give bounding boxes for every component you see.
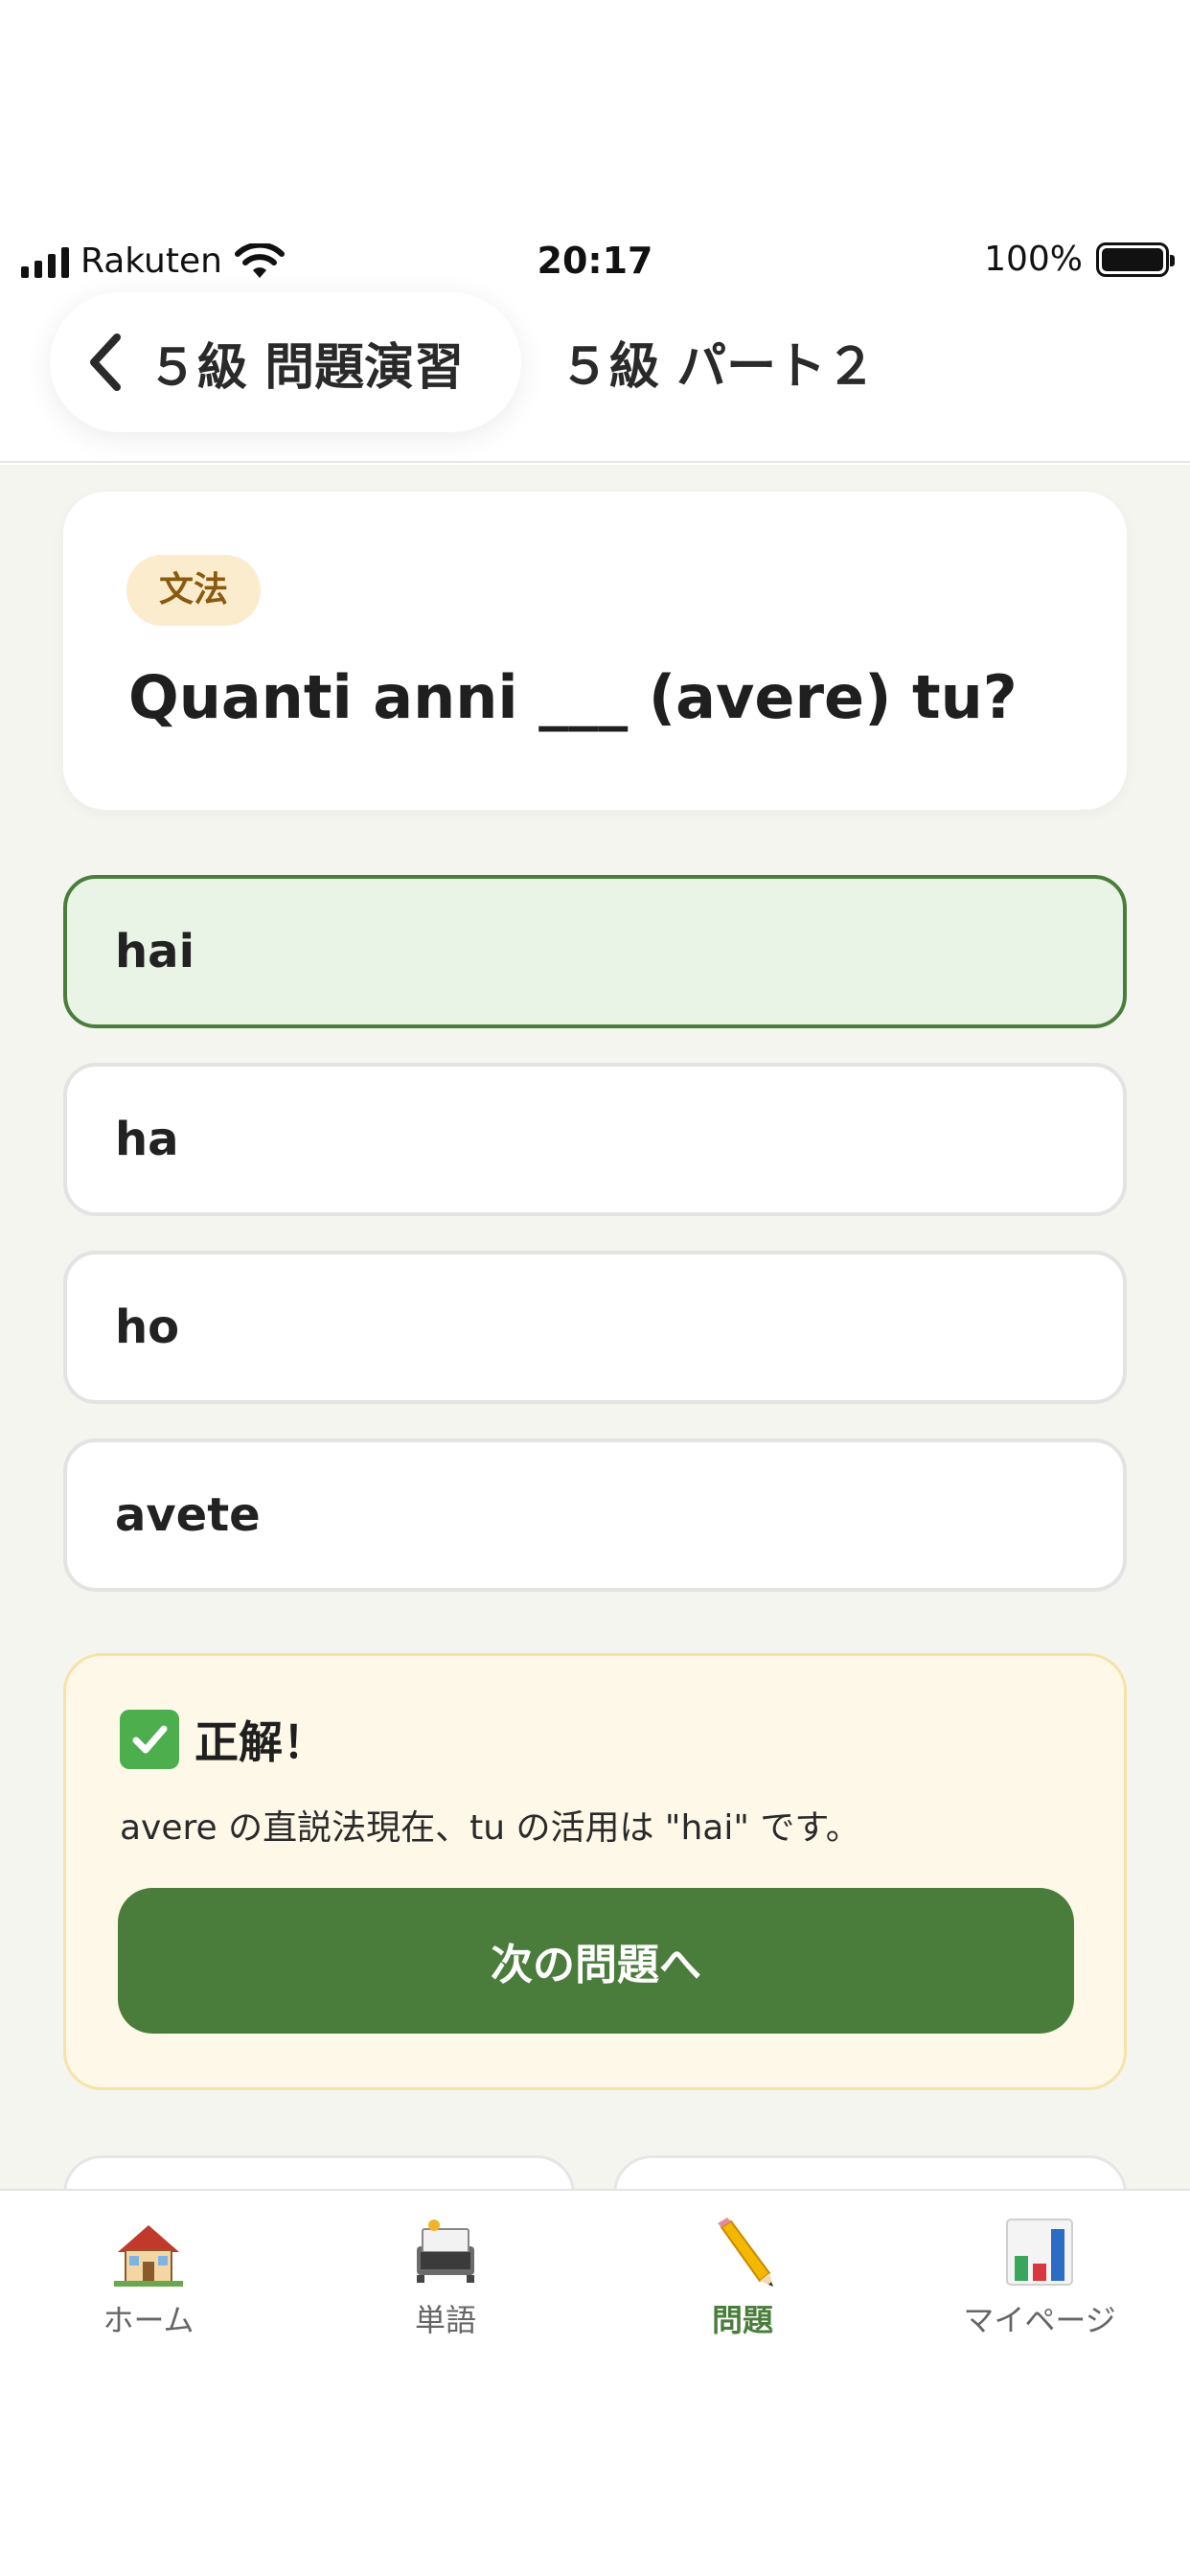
tab-questions-label: 問題 — [711, 2302, 773, 2338]
answer-option-ho[interactable]: ho — [63, 1251, 1127, 1404]
feedback-panel: 正解！ avere の直説法現在、tu の活用は "hai" です。 次の問題へ — [63, 1653, 1127, 2090]
feedback-title-text: 正解！ — [195, 1716, 327, 1768]
battery-percentage: 100% — [984, 240, 1083, 279]
tab-home-label: ホーム — [103, 2302, 195, 2338]
tab-questions[interactable]: 問題 — [594, 2214, 891, 2340]
feedback-title: 正解！ — [120, 1708, 327, 1771]
main-content: 文法 Quanti anni ___ (avere) tu? hai ha ho… — [0, 465, 1190, 2232]
answer-option-ha[interactable]: ha — [63, 1063, 1127, 1216]
category-tag: 文法 — [126, 555, 262, 626]
next-question-button[interactable]: 次の問題へ — [118, 1888, 1074, 2034]
back-button-label: ５級 問題演習 — [148, 338, 465, 397]
answer-option-avete[interactable]: avete — [63, 1438, 1127, 1592]
question-text: Quanti anni ___ (avere) tu? — [128, 662, 1018, 732]
bar-chart-icon — [1006, 2219, 1073, 2286]
back-button[interactable]: ５級 問題演習 — [50, 292, 521, 432]
status-bar: Rakuten 20:17 100% — [0, 230, 1190, 291]
battery-icon — [1096, 242, 1175, 277]
tab-bar: ホーム 単語 問題 マイページ — [0, 2189, 1190, 2576]
question-card: 文法 Quanti anni ___ (avere) tu? — [63, 492, 1127, 810]
tab-mypage[interactable]: マイページ — [891, 2214, 1188, 2340]
chevron-left-icon — [90, 334, 121, 391]
answer-option-hai[interactable]: hai — [63, 875, 1127, 1028]
header-area: Rakuten 20:17 100% ５級 問題演習 ５級 パート２ — [0, 0, 1190, 463]
status-right: 100% — [984, 240, 1175, 279]
page-title: ５級 パート２ — [560, 338, 877, 396]
tab-vocabulary[interactable]: 単語 — [297, 2214, 594, 2340]
tab-mypage-label: マイページ — [963, 2302, 1116, 2338]
feedback-explanation: avere の直説法現在、tu の活用は "hai" です。 — [120, 1808, 860, 1848]
check-mark-icon — [120, 1710, 179, 1769]
card-index-icon — [417, 2220, 474, 2283]
house-icon — [114, 2225, 183, 2287]
pencil-icon — [718, 2218, 773, 2287]
tab-vocabulary-label: 単語 — [414, 2302, 476, 2338]
app-screen: Rakuten 20:17 100% ５級 問題演習 ５級 パート２ 文法 Qu… — [0, 0, 1190, 2576]
tab-home[interactable]: ホーム — [0, 2214, 297, 2340]
